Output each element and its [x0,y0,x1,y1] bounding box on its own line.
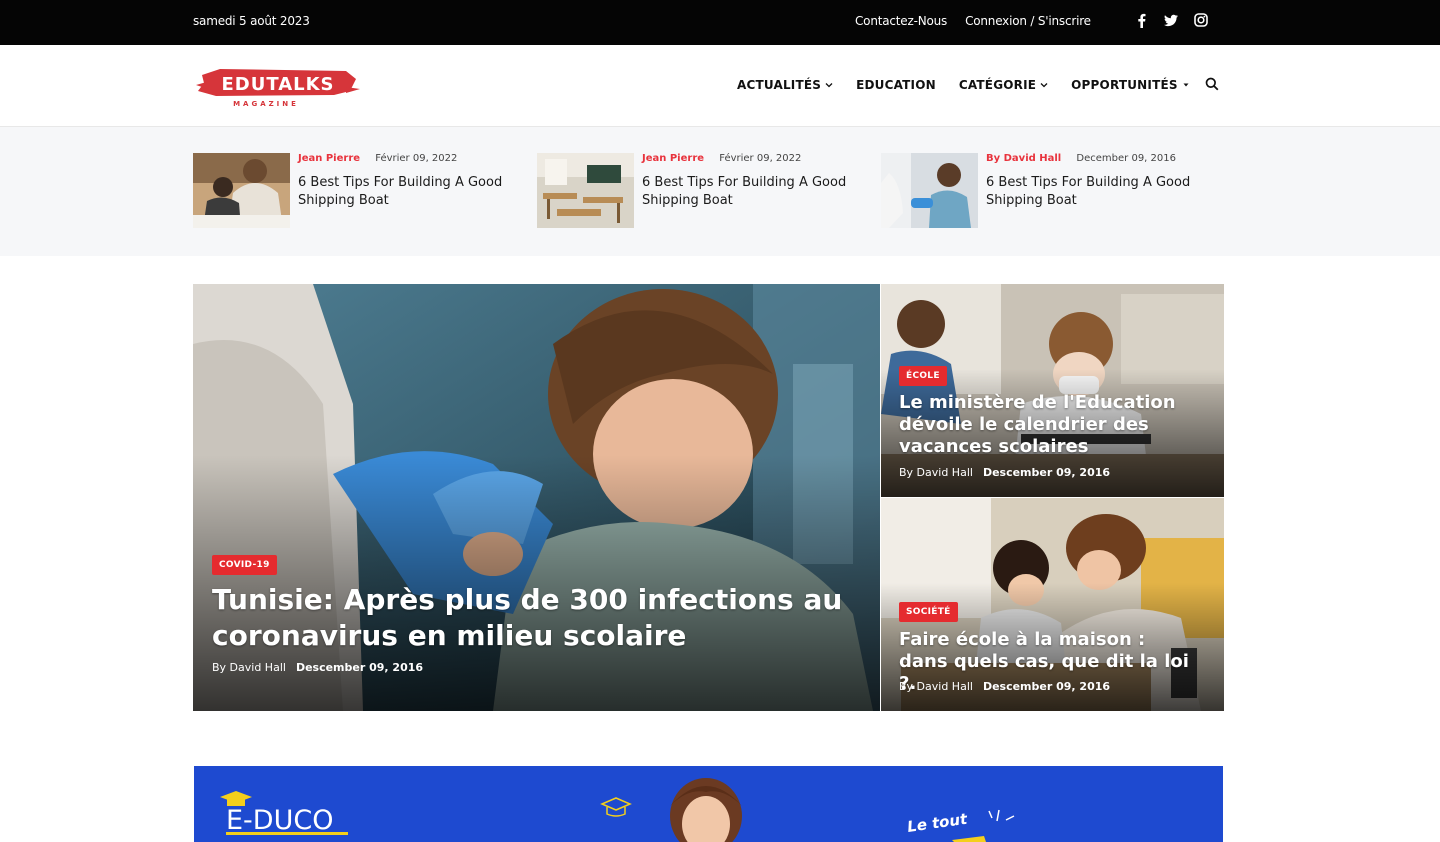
article-date: Descember 09, 2016 [982,680,1111,693]
top-links: Contactez-Nous Connexion / S'inscrire [855,14,1091,28]
ticker-author[interactable]: Jean Pierre [642,153,704,164]
article-author[interactable]: By David Hall [899,680,973,693]
nav-label: OPPORTUNITÉS [1071,78,1178,92]
top-bar: samedi 5 août 2023 Contactez-Nous Connex… [0,0,1440,45]
instagram-icon[interactable] [1194,12,1208,28]
ticker-title[interactable]: 6 Best Tips For Building A Good Shipping… [986,174,1211,210]
social-links [1134,12,1208,28]
logo-text: EDUTALKS [221,74,334,95]
nav-label: ACTUALITÉS [737,78,822,92]
current-date: samedi 5 août 2023 [193,14,310,28]
side-article[interactable]: SOCIÉTÉ Faire école à la maison : dans q… [881,498,1224,711]
nav-item-categorie[interactable]: CATÉGORIE [959,78,1048,92]
ticker-meta: Jean Pierre Février 09, 2022 [298,153,457,164]
graduation-cap-icon [220,791,252,806]
login-link[interactable]: Connexion / S'inscrire [965,14,1091,28]
ticker-item[interactable]: By David Hall December 09, 2016 6 Best T… [881,153,1211,229]
ticker-author[interactable]: Jean Pierre [298,153,360,164]
category-badge[interactable]: COVID-19 [212,555,277,575]
banner-tagline: Le tout [906,810,969,836]
category-badge[interactable]: SOCIÉTÉ [899,602,958,622]
banner-brand: E-DUCO [226,805,333,836]
site-header: EDUTALKS MAGAZINE ACTUALITÉS EDUCATION C… [0,45,1440,127]
banner-person [670,778,742,842]
ticker-date: Février 09, 2022 [375,153,458,164]
ticker-thumbnail[interactable] [881,153,978,228]
site-logo[interactable]: EDUTALKS MAGAZINE [196,61,360,109]
graduation-cap-icon [600,797,632,817]
ticker-item[interactable]: Jean Pierre Février 09, 2022 6 Best Tips… [537,153,867,229]
article-author[interactable]: By David Hall [899,466,973,479]
nav-item-opportunites[interactable]: OPPORTUNITÉS [1071,78,1190,92]
ticker-thumbnail[interactable] [537,153,634,228]
featured-title[interactable]: Tunisie: Après plus de 300 infections au… [212,582,852,654]
featured-article[interactable]: COVID-19 Tunisie: Après plus de 300 infe… [193,284,880,711]
featured-meta: By David Hall Descember 09, 2016 [212,661,423,674]
side-article-title[interactable]: Le ministère de l'Education dévoile le c… [899,392,1199,458]
nav-item-actualites[interactable]: ACTUALITÉS [737,78,833,92]
chevron-down-icon [1040,81,1048,89]
ticker-meta: Jean Pierre Février 09, 2022 [642,153,801,164]
nav-label: CATÉGORIE [958,78,1037,92]
caret-down-icon [1182,81,1190,89]
ticker-title[interactable]: 6 Best Tips For Building A Good Shipping… [298,174,523,210]
search-icon[interactable] [1205,77,1219,91]
ticker-meta: By David Hall December 09, 2016 [986,153,1176,164]
side-article[interactable]: ÉCOLE Le ministère de l'Education dévoil… [881,284,1224,497]
ticker-thumbnail[interactable] [193,153,290,228]
ticker-date: December 09, 2016 [1076,153,1176,164]
article-date: Descember 09, 2016 [295,661,424,674]
twitter-icon[interactable] [1164,12,1178,28]
logo-subtext: MAGAZINE [233,100,299,108]
ticker-item[interactable]: Jean Pierre Février 09, 2022 6 Best Tips… [193,153,523,229]
article-date: Descember 09, 2016 [982,466,1111,479]
main-nav: ACTUALITÉS EDUCATION CATÉGORIE OPPORTUNI… [737,77,1219,92]
trending-ticker: Jean Pierre Février 09, 2022 6 Best Tips… [0,127,1440,256]
side-article-meta: By David Hall Descember 09, 2016 [899,680,1110,693]
article-author[interactable]: By David Hall [212,661,286,674]
ad-banner[interactable]: E-DUCO Le tout [194,766,1223,842]
category-badge[interactable]: ÉCOLE [899,366,947,386]
facebook-icon[interactable] [1134,12,1148,28]
ticker-date: Février 09, 2022 [719,153,802,164]
ticker-author[interactable]: By David Hall [986,153,1061,164]
chevron-down-icon [825,81,833,89]
nav-item-education[interactable]: EDUCATION [856,78,936,92]
ticker-title[interactable]: 6 Best Tips For Building A Good Shipping… [642,174,867,210]
contact-link[interactable]: Contactez-Nous [855,14,947,28]
side-article-meta: By David Hall Descember 09, 2016 [899,466,1110,479]
nav-label: EDUCATION [856,78,936,92]
